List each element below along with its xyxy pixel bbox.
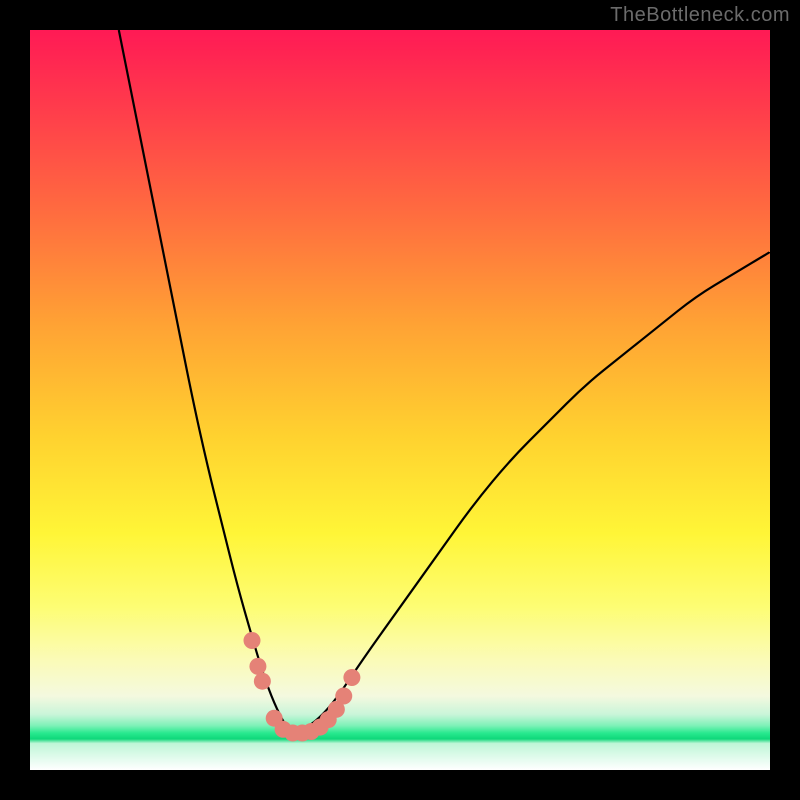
bottleneck-curve-svg <box>30 30 770 770</box>
curve-left-branch <box>119 30 293 733</box>
watermark-text: TheBottleneck.com <box>610 4 790 27</box>
marker-dots-group <box>244 632 361 742</box>
plot-area <box>30 30 770 770</box>
outer-black-frame: TheBottleneck.com <box>0 0 800 800</box>
marker-dot <box>249 658 266 675</box>
marker-dot <box>254 673 271 690</box>
marker-dot <box>244 632 261 649</box>
curve-right-branch <box>293 252 770 733</box>
marker-dot <box>335 688 352 705</box>
marker-dot <box>343 669 360 686</box>
